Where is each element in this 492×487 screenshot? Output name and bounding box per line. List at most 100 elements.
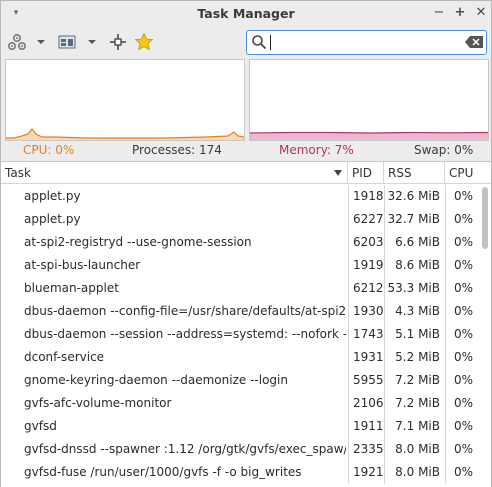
task-rss: 7.1 MiB [395, 419, 440, 433]
task-rss: 5.1 MiB [395, 327, 440, 341]
table-row[interactable]: blueman-applet 6212 53.3 MiB 0% [1, 277, 477, 300]
view-columns-icon[interactable] [57, 32, 77, 52]
task-cpu: 0% [453, 327, 473, 341]
task-cpu: 0% [453, 350, 473, 364]
task-name: applet.py [24, 189, 81, 203]
task-manager-window: ▾ Task Manager − + ✕ CPU: 0% Processes: … [0, 0, 492, 487]
task-pid: 6203 [353, 235, 383, 249]
table-row[interactable]: gvfsd-dnssd --spawner :1.12 /org/gtk/gvf… [1, 438, 477, 461]
view-dropdown-icon[interactable] [87, 37, 97, 47]
task-rss: 5.2 MiB [395, 350, 440, 364]
table-row[interactable]: applet.py 1918 32.6 MiB 0% [1, 185, 477, 208]
scrollbar-thumb[interactable] [482, 187, 488, 249]
cpu-graph [5, 59, 245, 141]
task-cpu: 0% [453, 235, 473, 249]
cpu-usage-label: CPU: 0% [23, 143, 75, 157]
search-field[interactable] [246, 30, 487, 55]
task-pid: 2106 [353, 396, 383, 410]
task-rss: 6.6 MiB [395, 235, 440, 249]
task-rss: 7.2 MiB [395, 373, 440, 387]
table-row[interactable]: dconf-service 1931 5.2 MiB 0% [1, 346, 477, 369]
task-pid: 1918 [353, 189, 383, 203]
task-pid: 6212 [353, 281, 383, 295]
task-rss: 8.0 MiB [395, 442, 440, 456]
task-name: gvfsd-dnssd --spawner :1.12 /org/gtk/gvf… [24, 442, 346, 456]
cpu-graph-plot [6, 128, 244, 140]
table-row[interactable]: at-spi2-registryd --use-gnome-session 62… [1, 231, 477, 254]
task-cpu: 0% [453, 304, 473, 318]
table-row[interactable]: at-spi-bus-launcher 1919 8.6 MiB 0% [1, 254, 477, 277]
task-cpu: 0% [453, 258, 473, 272]
task-name: gvfsd [24, 419, 57, 433]
task-name: gnome-keyring-daemon --daemonize --login [24, 373, 288, 387]
minimize-button[interactable]: − [431, 5, 447, 21]
table-row[interactable]: applet.py 6227 32.7 MiB 0% [1, 208, 477, 231]
task-rss: 8.6 MiB [395, 258, 440, 272]
settings-gears-icon[interactable] [7, 32, 27, 52]
task-rss: 7.2 MiB [395, 396, 440, 410]
task-pid: 1911 [353, 419, 383, 433]
text-caret [270, 35, 271, 50]
task-cpu: 0% [453, 212, 473, 226]
table-header: Task PID RSS CPU [1, 162, 491, 184]
task-pid: 1931 [353, 350, 383, 364]
window-title: Task Manager [197, 6, 295, 21]
task-rss: 32.6 MiB [387, 189, 440, 203]
task-rss: 53.3 MiB [387, 281, 440, 295]
task-pid: 2335 [353, 442, 383, 456]
column-header-cpu[interactable]: CPU [445, 162, 477, 184]
task-cpu: 0% [453, 281, 473, 295]
memory-graph-plot [250, 131, 488, 140]
close-button[interactable]: ✕ [473, 5, 489, 21]
task-name: gvfsd-fuse /run/user/1000/gvfs -f -o big… [24, 465, 302, 479]
process-table: Task PID RSS CPU applet.py 1918 32.6 MiB… [1, 161, 491, 487]
column-header-pid[interactable]: PID [348, 162, 384, 184]
memory-graph [249, 59, 489, 141]
task-pid: 1919 [353, 258, 383, 272]
toolbar [1, 27, 491, 57]
task-cpu: 0% [453, 419, 473, 433]
task-cpu: 0% [453, 396, 473, 410]
crosshair-icon[interactable] [108, 32, 128, 52]
task-name: gvfs-afc-volume-monitor [24, 396, 172, 410]
table-row[interactable]: gvfs-afc-volume-monitor 2106 7.2 MiB 0% [1, 392, 477, 415]
vertical-scrollbar[interactable] [477, 185, 491, 487]
memory-usage-label: Memory: 7% [279, 143, 354, 157]
task-cpu: 0% [453, 189, 473, 203]
column-header-rss[interactable]: RSS [384, 162, 445, 184]
task-pid: 1743 [353, 327, 383, 341]
task-pid: 6227 [353, 212, 383, 226]
column-header-task[interactable]: Task [1, 162, 348, 184]
task-name: dbus-daemon --config-file=/usr/share/def… [24, 304, 346, 318]
task-rss: 32.7 MiB [387, 212, 440, 226]
task-name: applet.py [24, 212, 81, 226]
search-input[interactable] [269, 33, 461, 52]
task-name: blueman-applet [24, 281, 119, 295]
table-row[interactable]: gvfsd 1911 7.1 MiB 0% [1, 415, 477, 438]
table-row[interactable]: gvfsd-fuse /run/user/1000/gvfs -f -o big… [1, 461, 477, 484]
task-cpu: 0% [453, 373, 473, 387]
task-pid: 1921 [353, 465, 383, 479]
task-name: dconf-service [24, 350, 105, 364]
settings-dropdown-icon[interactable] [36, 37, 46, 47]
maximize-button[interactable]: + [452, 5, 468, 21]
task-rss: 8.0 MiB [395, 465, 440, 479]
task-pid: 5955 [353, 373, 383, 387]
table-row[interactable]: dbus-daemon --session --address=systemd:… [1, 323, 477, 346]
task-name: at-spi-bus-launcher [24, 258, 141, 272]
task-pid: 1930 [353, 304, 383, 318]
table-body: applet.py 1918 32.6 MiB 0% applet.py 622… [1, 185, 477, 484]
table-row[interactable]: dbus-daemon --config-file=/usr/share/def… [1, 300, 477, 323]
star-icon[interactable] [134, 32, 154, 52]
table-row[interactable]: gnome-keyring-daemon --daemonize --login… [1, 369, 477, 392]
title-bar[interactable]: ▾ Task Manager − + ✕ [1, 1, 491, 27]
swap-usage-label: Swap: 0% [414, 143, 474, 157]
task-cpu: 0% [453, 442, 473, 456]
task-name: dbus-daemon --session --address=systemd:… [24, 327, 346, 341]
clear-search-icon[interactable] [465, 36, 483, 48]
process-count-label: Processes: 174 [132, 143, 222, 157]
task-name: at-spi2-registryd --use-gnome-session [24, 235, 252, 249]
sort-descending-icon[interactable] [334, 170, 342, 176]
task-rss: 4.3 MiB [395, 304, 440, 318]
task-cpu: 0% [453, 465, 473, 479]
